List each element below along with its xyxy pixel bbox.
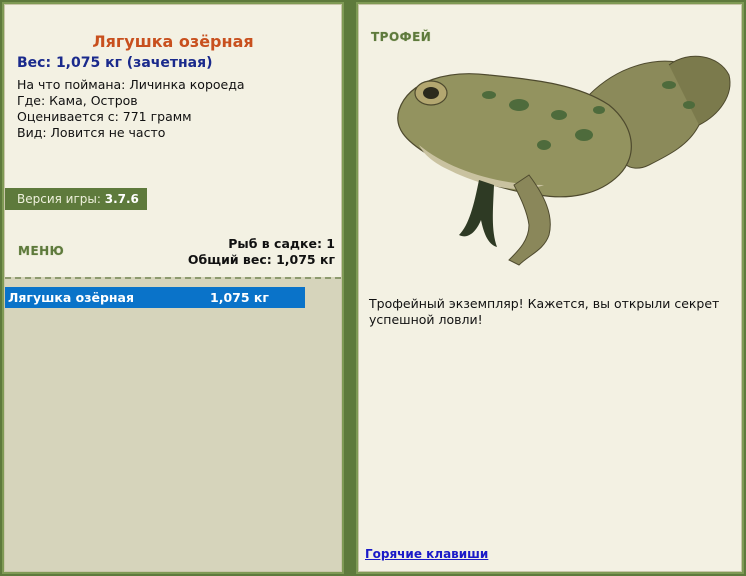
version-value: 3.7.6	[104, 192, 139, 206]
value-info: Оценивается с: 771 грамм	[17, 109, 192, 124]
fish-info-panel: Лягушка озёрная Вес: 1,075 кг (зачетная)…	[2, 2, 344, 574]
catch-item-name: Лягушка озёрная	[8, 290, 135, 305]
catch-stats: Рыб в садке: 1 Общий вес: 1,075 кг	[188, 236, 335, 268]
catch-item-weight: 1,075 кг	[210, 290, 269, 305]
bait-info: На что поймана: Личинка короеда	[17, 77, 245, 92]
place-info: Где: Кама, Остров	[17, 93, 138, 108]
fish-count: Рыб в садке: 1	[228, 236, 335, 251]
catch-list-item[interactable]: Лягушка озёрная 1,075 кг	[5, 287, 305, 308]
menu-button[interactable]: МЕНЮ	[18, 244, 64, 258]
catch-list: Лягушка озёрная 1,075 кг	[5, 277, 341, 571]
trophy-description: Трофейный экземпляр! Кажется, вы открыли…	[369, 296, 720, 327]
fish-name-title: Лягушка озёрная	[92, 32, 254, 51]
frog-image	[397, 55, 731, 266]
version-bar: Версия игры: 3.7.6	[5, 188, 147, 210]
total-weight: Общий вес: 1,075 кг	[187, 252, 335, 267]
hotkeys-link[interactable]: Горячие клавиши	[365, 547, 488, 561]
fish-weight: Вес: 1,075 кг (зачетная)	[17, 55, 213, 71]
version-label: Версия игры:	[17, 192, 101, 206]
kind-info: Вид: Ловится не часто	[17, 125, 166, 140]
trophy-panel: ТРОФЕЙ Трофейный экземпляр! Кажется, вы …	[356, 2, 744, 574]
